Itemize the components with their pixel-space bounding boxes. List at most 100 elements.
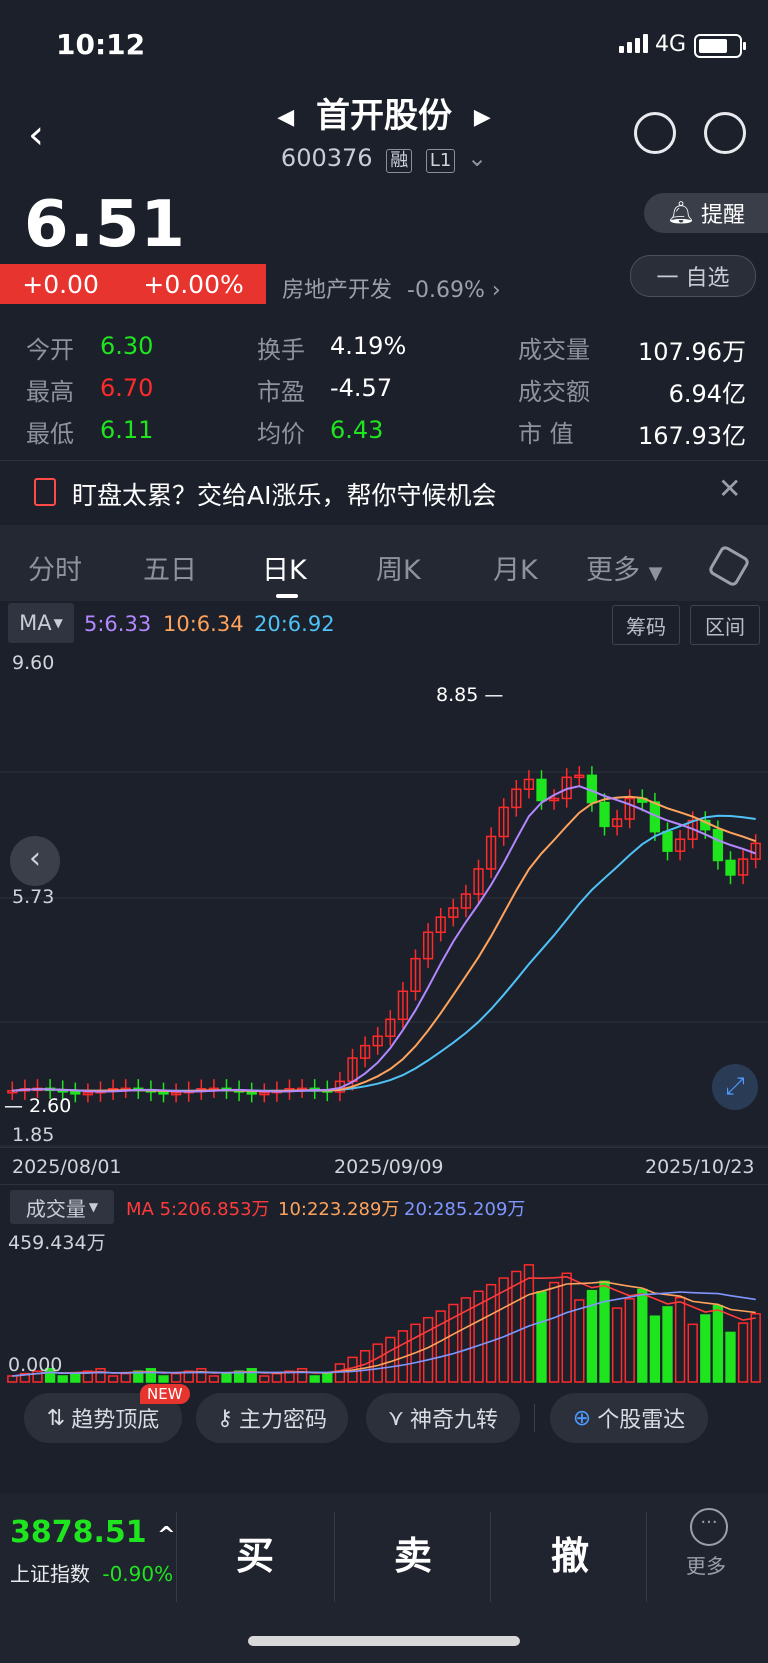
kline-chart[interactable] — [0, 648, 768, 1148]
ma10-value: 10:6.34 — [163, 612, 244, 636]
ma-selector[interactable]: MA ▼ — [8, 603, 74, 643]
main-force-tool-button[interactable]: ⚷ 主力密码 — [196, 1393, 348, 1443]
key-icon: ⚷ — [216, 1405, 234, 1431]
amount-value: 6.94亿 — [668, 380, 746, 408]
low-label: 最低 — [26, 420, 74, 448]
volume-bar — [662, 1306, 673, 1383]
sell-button[interactable]: 卖 — [394, 1525, 432, 1580]
volume-bar — [725, 1331, 736, 1383]
divider — [334, 1512, 335, 1602]
low-value: 6.11 — [100, 416, 154, 444]
volume-bar — [385, 1336, 396, 1383]
turnover-value: 4.19% — [330, 332, 407, 360]
chevron-down-icon[interactable]: ⌄ — [467, 144, 487, 172]
candle-body — [712, 828, 724, 862]
banner-text: 盯盘太累？交给AI涨乐，帮你守候机会 — [72, 481, 497, 510]
network-type: 4G — [654, 32, 686, 57]
date-label-start: 2025/08/01 — [12, 1156, 122, 1178]
arrows-icon: ⇅ — [46, 1405, 66, 1431]
more-icon[interactable]: ··· — [690, 1508, 728, 1546]
chip-button[interactable]: 筹码 — [612, 605, 680, 645]
turnover-label: 换手 — [257, 336, 305, 364]
candle-body — [725, 859, 736, 876]
tab-more[interactable]: 更多 ▼ — [586, 548, 662, 587]
volume-bar — [296, 1368, 308, 1383]
caret-down-icon: ▼ — [88, 1200, 99, 1214]
candle-body — [536, 778, 547, 802]
candle-body — [70, 1091, 81, 1095]
caret-down-icon: ▼ — [648, 563, 663, 584]
add-watchlist-button[interactable]: 一 自选 — [630, 255, 756, 297]
status-bar: 10:12 4G — [0, 0, 768, 90]
volume-bar — [750, 1313, 761, 1383]
ma5-line — [12, 785, 757, 1093]
volume-bar — [624, 1298, 635, 1383]
volume-chart[interactable] — [0, 1220, 768, 1384]
volume-bar — [208, 1375, 220, 1383]
vol-axis-zero: 0.000 — [8, 1354, 63, 1376]
divider — [0, 1147, 768, 1148]
price-change: +0.00 — [22, 269, 99, 299]
bell-icon: 🔔︎ — [667, 200, 695, 226]
cancel-order-button[interactable]: 撤 — [551, 1525, 589, 1580]
prev-stock-icon[interactable]: ◀ — [277, 105, 294, 130]
volume-bar — [674, 1296, 686, 1383]
open-label: 今开 — [26, 336, 74, 364]
tab-five-day[interactable]: 五日 — [143, 548, 197, 587]
volume-bar — [57, 1375, 68, 1383]
volume-selector[interactable]: 成交量 ▼ — [10, 1190, 114, 1224]
index-name-row: 上证指数 -0.90% — [10, 1562, 174, 1586]
status-time: 10:12 — [56, 28, 146, 61]
divider — [0, 1184, 768, 1185]
next-stock-icon[interactable]: ▶ — [474, 105, 491, 130]
tab-monthly-k[interactable]: 月K — [493, 548, 538, 587]
volume-bar — [536, 1291, 547, 1383]
volume-bar — [145, 1368, 157, 1383]
price-axis-mid: 5.73 — [12, 886, 55, 908]
chevron-left-icon[interactable]: ‹ — [10, 836, 60, 886]
candle-body — [662, 830, 673, 852]
ma20-value: 20:6.92 — [254, 612, 335, 636]
volume-bar — [637, 1288, 648, 1383]
date-label-end: 2025/10/23 — [645, 1156, 755, 1178]
pe-value: -4.57 — [330, 374, 393, 402]
quote-grid: 今开 6.30 换手 4.19% 成交量 107.96万 最高 6.70 市盈 … — [0, 324, 768, 452]
remind-button[interactable]: 🔔︎ 提醒 — [644, 193, 768, 233]
index-value[interactable]: 3878.51 ^ — [10, 1515, 176, 1550]
divider — [0, 460, 768, 461]
range-button[interactable]: 区间 — [690, 605, 760, 645]
volume-bar — [599, 1280, 610, 1383]
volume-bar — [221, 1372, 232, 1383]
price-axis-bottom: 1.85 — [12, 1124, 55, 1146]
home-indicator — [248, 1636, 520, 1646]
volume-bar — [259, 1375, 270, 1383]
doc-icon — [34, 478, 56, 506]
volume-bar — [687, 1323, 698, 1383]
buy-button[interactable]: 买 — [236, 1525, 274, 1580]
more-button-label[interactable]: 更多 — [686, 1550, 726, 1579]
candle-body — [246, 1091, 257, 1095]
avg-label: 均价 — [257, 420, 305, 448]
fullscreen-icon[interactable]: ⤢ — [712, 1064, 758, 1110]
vol-ma5: MA 5:206.853万 — [126, 1199, 270, 1220]
volume-bar — [737, 1322, 749, 1383]
active-tab-indicator — [276, 594, 298, 598]
radar-tool-button[interactable]: ⊕ 个股雷达 — [550, 1393, 708, 1443]
search-icon[interactable] — [704, 112, 746, 154]
tab-weekly-k[interactable]: 周K — [376, 548, 421, 587]
low-price-mark: — 2.60 — [4, 1095, 72, 1117]
volume-bar — [372, 1343, 383, 1383]
refresh-icon[interactable] — [634, 112, 676, 154]
tab-intraday[interactable]: 分时 — [28, 548, 82, 587]
sector-link[interactable]: 房地产开发 -0.69% › — [282, 272, 501, 304]
close-icon[interactable]: ✕ — [718, 472, 741, 505]
volume-bar — [523, 1264, 535, 1383]
chevron-right-icon: › — [491, 278, 501, 303]
margin-tag: 融 — [386, 149, 413, 173]
nine-turn-tool-button[interactable]: ⋎ 神奇九转 — [366, 1393, 520, 1443]
amount-label: 成交额 — [518, 378, 590, 406]
divider — [534, 1404, 535, 1432]
mcap-value: 167.93亿 — [638, 422, 746, 450]
tab-daily-k[interactable]: 日K — [262, 548, 307, 587]
current-price: 6.51 — [24, 188, 186, 262]
